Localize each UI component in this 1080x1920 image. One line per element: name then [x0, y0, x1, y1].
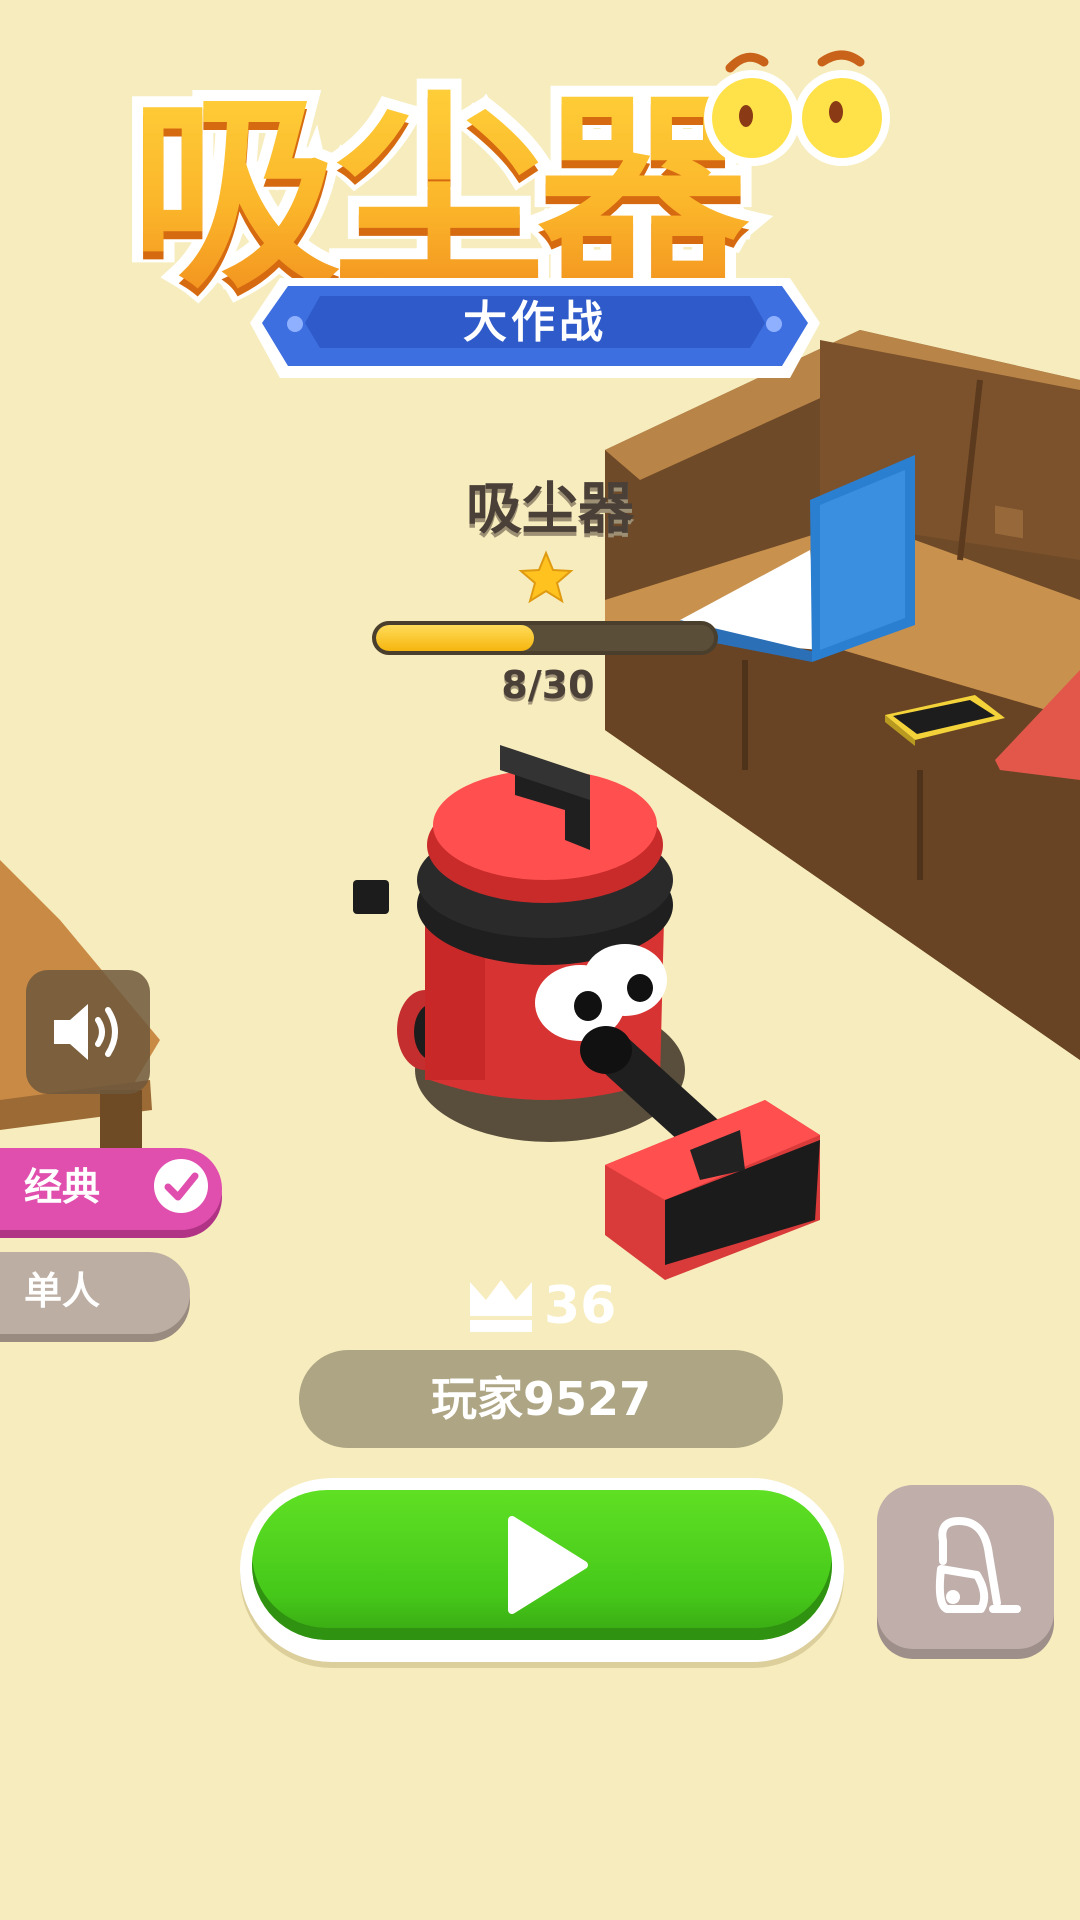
- crown-icon: [470, 1280, 532, 1332]
- play-icon: [508, 1516, 588, 1614]
- skin-name: 吸尘器: [466, 477, 634, 542]
- play-button-face: [252, 1490, 832, 1640]
- game-screen: 吸尘器 吸尘器 大作战 吸尘器 8/30: [0, 0, 1080, 1920]
- skin-progress-bar: [372, 621, 718, 655]
- mode-solo-label: 单人: [24, 1269, 101, 1313]
- skin-progress-text: 8/30: [501, 663, 595, 707]
- crown-score: 36: [544, 1276, 617, 1336]
- vacuum-skin-button[interactable]: [877, 1485, 1054, 1649]
- speaker-icon: [54, 1004, 118, 1060]
- mode-classic-label: 经典: [24, 1165, 101, 1209]
- star-icon: [518, 550, 574, 604]
- mode-solo-button[interactable]: 单人: [0, 1252, 190, 1334]
- wooden-shelf: [605, 330, 1080, 1060]
- check-icon: [154, 1159, 208, 1213]
- mode-classic-button[interactable]: 经典: [0, 1148, 222, 1230]
- logo-subtitle: 大作战: [463, 297, 607, 348]
- player-name-field[interactable]: 玩家9527: [299, 1350, 783, 1448]
- play-button[interactable]: [240, 1478, 844, 1662]
- logo-subtitle-banner: 大作战: [250, 278, 820, 378]
- sound-toggle-button[interactable]: [26, 970, 150, 1094]
- logo-eyes-icon: [704, 50, 890, 166]
- skin-progress-fill: [376, 625, 534, 651]
- vacuum-icon: [935, 1516, 1021, 1613]
- game-logo: 吸尘器 吸尘器 大作战: [119, 40, 950, 390]
